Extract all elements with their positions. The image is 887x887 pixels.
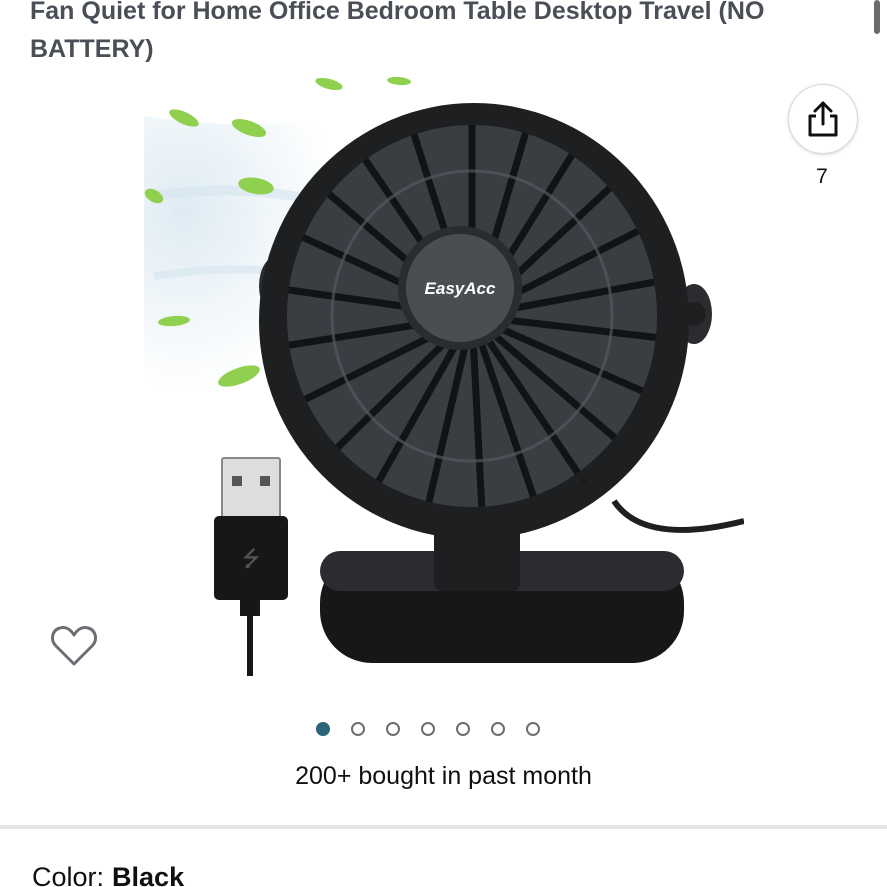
usb-icon: ⭍ [242, 547, 260, 572]
wishlist-button[interactable] [46, 618, 102, 674]
pagination-dot-6[interactable] [491, 722, 505, 736]
share-icon [808, 101, 838, 137]
pagination-dot-3[interactable] [386, 722, 400, 736]
color-value: Black [112, 862, 185, 887]
scroll-indicator[interactable] [874, 0, 880, 34]
color-label: Color: [32, 862, 105, 887]
product-title: Fan Quiet for Home Office Bedroom Table … [30, 0, 765, 63]
brand-logo: EasyAcc [425, 279, 496, 298]
product-page: Fan Quiet for Home Office Bedroom Table … [0, 0, 887, 887]
pagination-dot-2[interactable] [351, 722, 365, 736]
pagination-dot-4[interactable] [421, 722, 435, 736]
section-divider [0, 825, 887, 829]
heart-icon [51, 626, 97, 666]
fan-illustration: EasyAcc ⭍ [144, 76, 744, 676]
pagination-dot-5[interactable] [456, 722, 470, 736]
share-button[interactable] [788, 84, 858, 154]
pagination-dot-1[interactable] [316, 722, 330, 736]
product-image[interactable]: EasyAcc ⭍ [144, 76, 744, 676]
bought-in-past-month: 200+ bought in past month [295, 762, 592, 790]
pagination-dot-7[interactable] [526, 722, 540, 736]
image-pagination [316, 718, 540, 740]
color-variation: Color: Black [32, 862, 184, 887]
share-count: 7 [816, 165, 828, 188]
